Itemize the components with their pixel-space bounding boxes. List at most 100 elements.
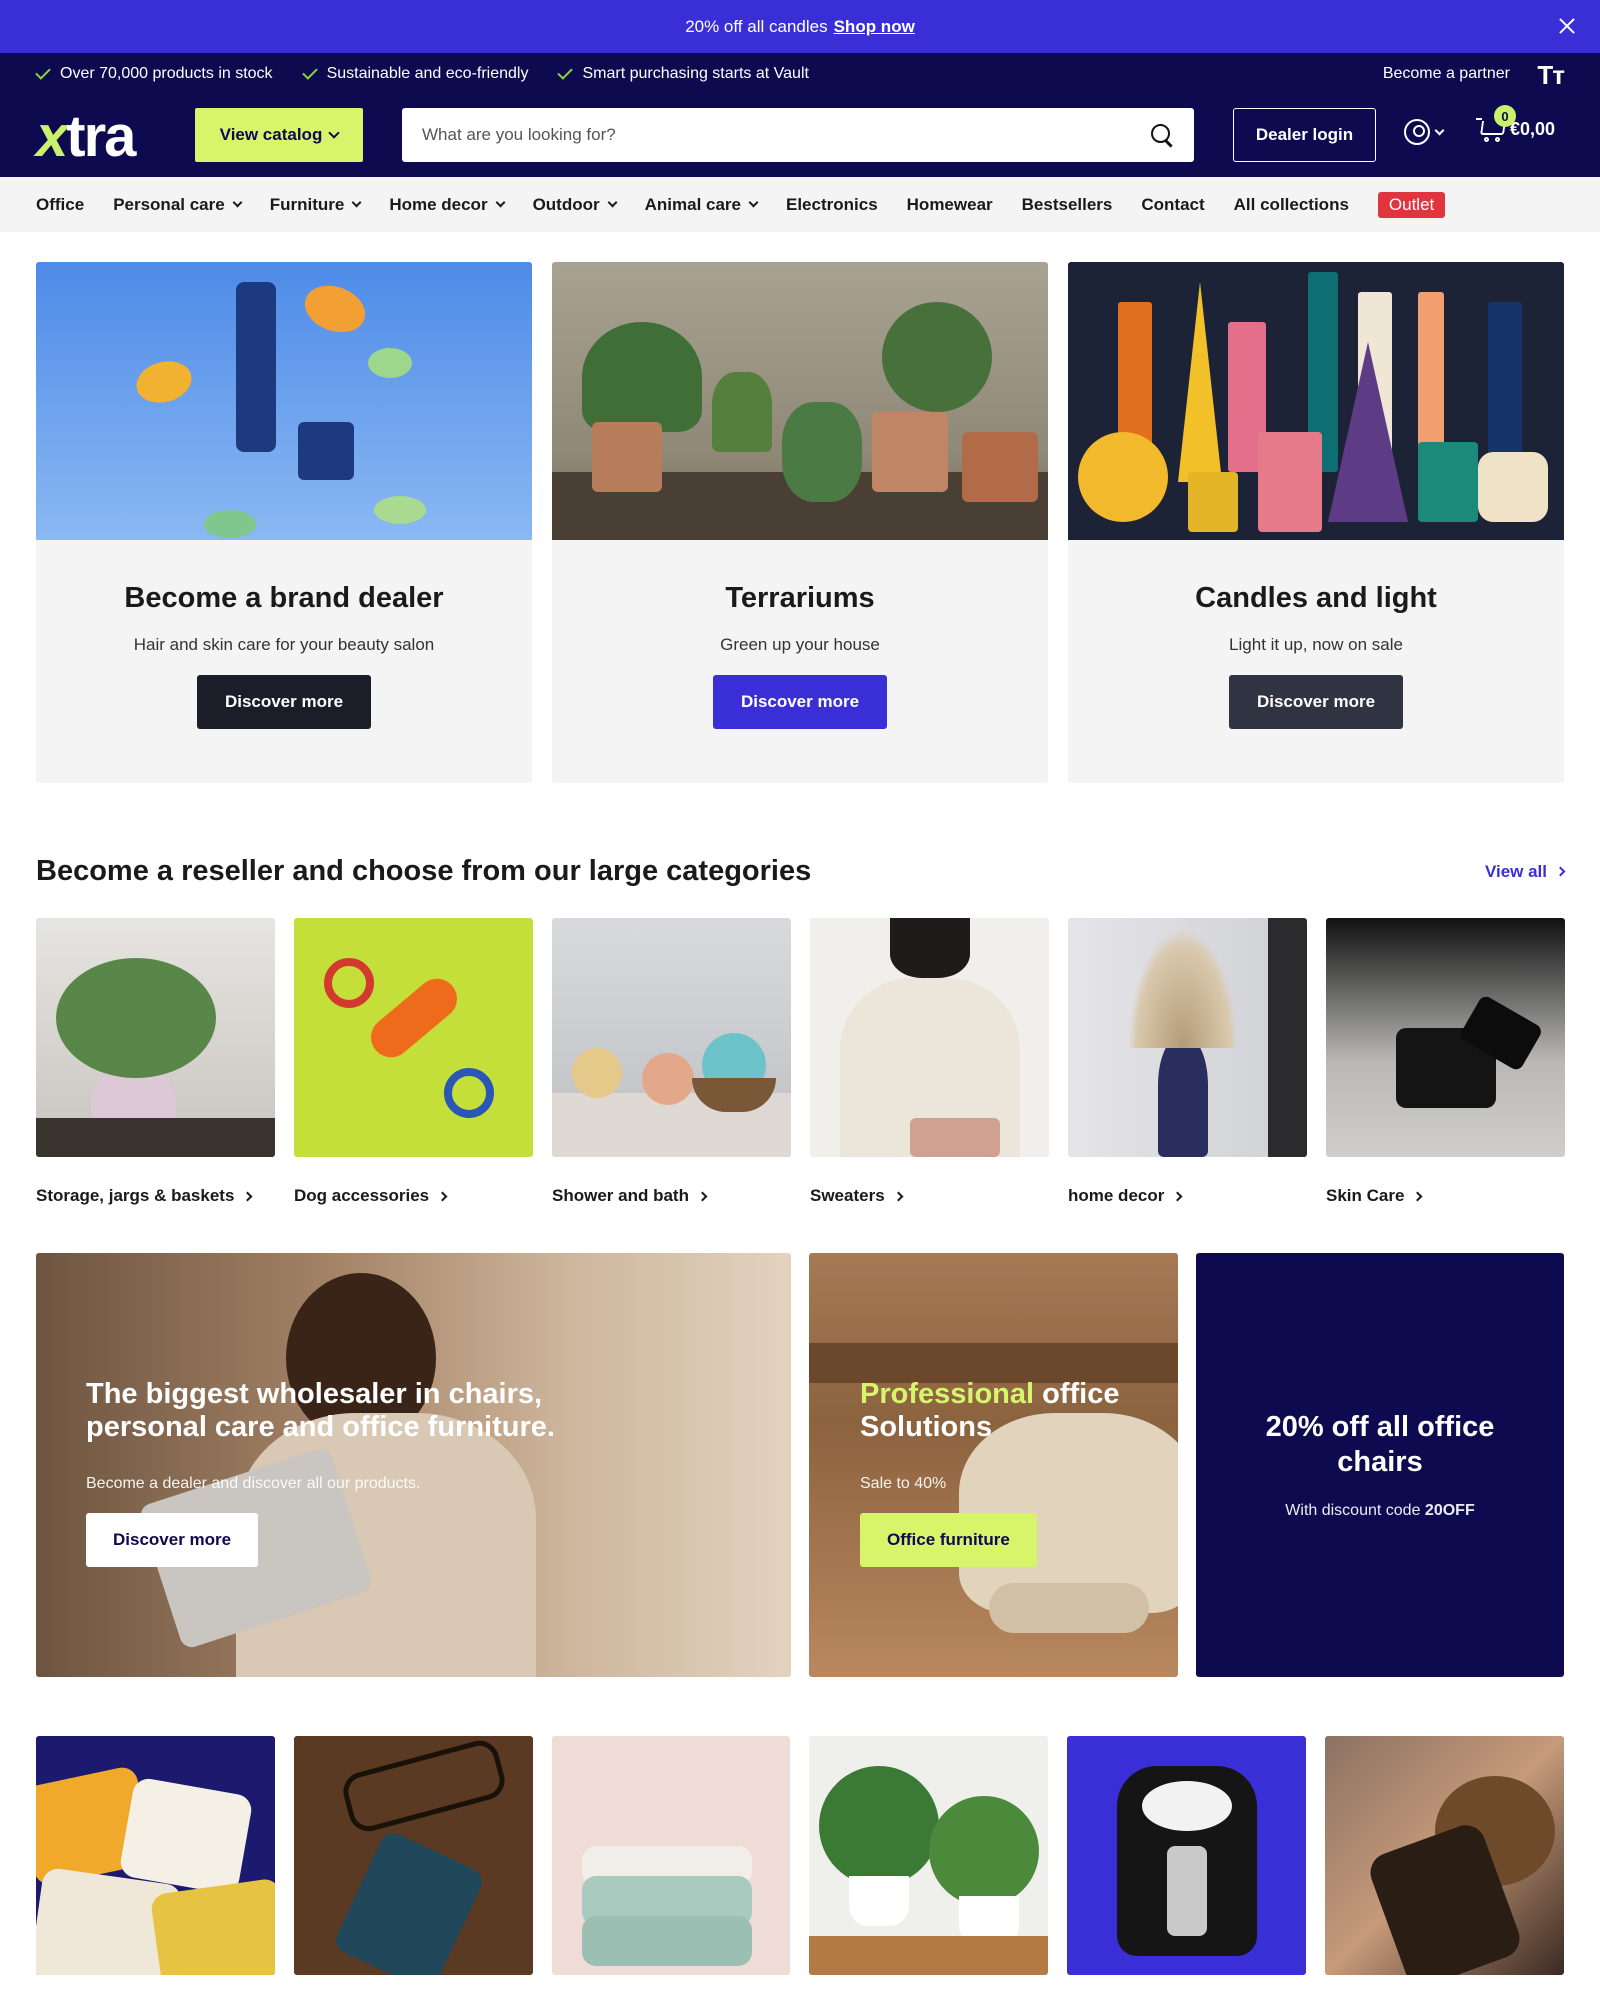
promo-card-candles: Candles and light Light it up, now on sa… xyxy=(1068,262,1564,783)
become-partner-link[interactable]: Become a partner xyxy=(1383,65,1510,83)
promo-card-brand-dealer: Become a brand dealer Hair and skin care… xyxy=(36,262,532,783)
view-all-link[interactable]: View all xyxy=(1485,862,1566,882)
banner-title: The biggest wholesaler in chairs, persona… xyxy=(86,1378,555,1444)
banner-subtitle: Become a dealer and discover all our pro… xyxy=(86,1474,421,1492)
search-input[interactable] xyxy=(422,125,1150,145)
announcement-text: 20% off all candles xyxy=(685,16,828,36)
promo-image-plants xyxy=(552,262,1048,540)
chevron-down-icon xyxy=(351,197,362,208)
chevron-down-icon xyxy=(328,127,341,139)
category-image xyxy=(1326,918,1565,1157)
discount-title: 20% off all office chairs xyxy=(1265,1411,1495,1478)
chevron-right-icon xyxy=(437,1191,448,1201)
chevron-down-icon xyxy=(607,197,618,208)
banner-wholesaler: The biggest wholesaler in chairs, persona… xyxy=(36,1253,791,1677)
search-bar xyxy=(402,108,1194,162)
office-furniture-button[interactable]: Office furniture xyxy=(860,1512,1037,1567)
nav-item-electronics[interactable]: Electronics xyxy=(786,195,878,215)
category-image xyxy=(552,918,791,1157)
chevron-right-icon xyxy=(1412,1191,1423,1201)
nav-item-contact[interactable]: Contact xyxy=(1141,195,1204,215)
discover-more-button[interactable]: Discover more xyxy=(713,675,887,729)
nav-item-office[interactable]: Office xyxy=(36,195,84,215)
chevron-right-icon xyxy=(893,1191,904,1201)
banner-grid: The biggest wholesaler in chairs, persona… xyxy=(36,1253,1564,1677)
view-catalog-button[interactable]: View catalog xyxy=(195,108,363,162)
banner-content: Professional office Solutions Sale to 40%… xyxy=(860,1378,1119,1567)
outlet-badge: Outlet xyxy=(1377,191,1446,218)
chevron-right-icon xyxy=(697,1191,708,1201)
close-icon[interactable] xyxy=(1556,15,1578,37)
nav-item-home-decor[interactable]: Home decor xyxy=(389,195,506,215)
account-menu[interactable] xyxy=(1404,119,1445,145)
promo-cards: Become a brand dealer Hair and skin care… xyxy=(36,262,1564,783)
tile-hair-brush[interactable] xyxy=(1325,1736,1564,1975)
nav-item-outdoor[interactable]: Outdoor xyxy=(533,195,618,215)
nav-item-furniture[interactable]: Furniture xyxy=(270,195,362,215)
promo-title: Terrariums xyxy=(725,582,875,614)
discount-subtitle: With discount code 20OFF xyxy=(1285,1501,1475,1519)
category-storage[interactable]: Storage, jargs & baskets xyxy=(36,918,275,1206)
chevron-down-icon xyxy=(232,197,243,208)
chevron-right-icon xyxy=(1555,866,1566,877)
discover-more-button[interactable]: Discover more xyxy=(197,675,371,729)
category-list: Storage, jargs & baskets Dog accessories… xyxy=(36,918,1565,1206)
tile-air-fryer[interactable] xyxy=(1067,1736,1307,1975)
cart-icon: 0 xyxy=(1476,105,1516,142)
chevron-right-icon xyxy=(1172,1191,1183,1201)
promo-card-terrariums: Terrariums Green up your house Discover … xyxy=(552,262,1048,783)
banner-title: Professional office Solutions xyxy=(860,1378,1120,1444)
banner-subtitle: Sale to 40% xyxy=(860,1474,947,1492)
announcement-bar: 20% off all candles Shop now xyxy=(0,0,1600,53)
user-icon xyxy=(1404,119,1430,145)
usp-list: Over 70,000 products in stock Sustainabl… xyxy=(35,64,809,83)
tile-plants[interactable] xyxy=(809,1736,1049,1975)
usp-item: Sustainable and eco-friendly xyxy=(301,64,528,83)
nav-item-animal-care[interactable]: Animal care xyxy=(645,195,759,215)
tile-cushions[interactable] xyxy=(36,1736,275,1975)
category-home-decor[interactable]: home decor xyxy=(1068,918,1307,1206)
categories-header: Become a reseller and choose from our la… xyxy=(36,855,1566,888)
promo-subtitle: Light it up, now on sale xyxy=(1229,635,1403,654)
discount-code: 20OFF xyxy=(1424,1501,1475,1519)
nav-item-personal-care[interactable]: Personal care xyxy=(113,195,243,215)
discover-more-button[interactable]: Discover more xyxy=(1229,675,1403,729)
banner-content: The biggest wholesaler in chairs, persona… xyxy=(86,1378,555,1567)
discover-more-button[interactable]: Discover more xyxy=(86,1512,259,1567)
check-icon xyxy=(557,64,574,80)
category-skin-care[interactable]: Skin Care xyxy=(1326,918,1565,1206)
promo-title: Become a brand dealer xyxy=(124,582,444,614)
text-size-icon[interactable]: Tт xyxy=(1537,60,1565,91)
category-image xyxy=(810,918,1049,1157)
category-image xyxy=(294,918,533,1157)
chevron-down-icon xyxy=(748,197,759,208)
promo-title: Candles and light xyxy=(1195,582,1437,614)
main-nav: Office Personal care Furniture Home deco… xyxy=(0,177,1600,232)
tile-towels[interactable] xyxy=(551,1736,791,1975)
nav-item-bestsellers[interactable]: Bestsellers xyxy=(1022,195,1113,215)
product-tiles xyxy=(36,1736,1564,1975)
banner-office-solutions: Professional office Solutions Sale to 40%… xyxy=(809,1253,1178,1677)
nav-item-all-collections[interactable]: All collections xyxy=(1234,195,1349,215)
banner-discount: 20% off all office chairs With discount … xyxy=(1196,1253,1564,1677)
categories-heading: Become a reseller and choose from our la… xyxy=(36,855,812,887)
cart-button[interactable]: 0 €0,00 xyxy=(1476,105,1555,142)
category-image xyxy=(1068,918,1307,1157)
search-icon[interactable] xyxy=(1150,123,1174,147)
shop-now-link[interactable]: Shop now xyxy=(834,17,915,37)
category-shower-bath[interactable]: Shower and bath xyxy=(552,918,791,1206)
category-sweaters[interactable]: Sweaters xyxy=(810,918,1049,1206)
tile-phone-glasses[interactable] xyxy=(293,1736,533,1975)
nav-item-outlet[interactable]: Outlet xyxy=(1377,191,1446,218)
check-icon xyxy=(35,64,51,80)
check-icon xyxy=(301,64,318,80)
nav-item-homewear[interactable]: Homewear xyxy=(907,195,993,215)
promo-subtitle: Hair and skin care for your beauty salon xyxy=(133,635,435,654)
category-dog-accessories[interactable]: Dog accessories xyxy=(294,918,533,1206)
cart-count-badge: 0 xyxy=(1494,105,1516,127)
logo[interactable]: xtra xyxy=(36,108,136,166)
site-header: Over 70,000 products in stock Sustainabl… xyxy=(0,53,1600,177)
dealer-login-button[interactable]: Dealer login xyxy=(1233,108,1376,162)
usp-item: Over 70,000 products in stock xyxy=(35,64,273,83)
chevron-right-icon xyxy=(242,1191,253,1201)
